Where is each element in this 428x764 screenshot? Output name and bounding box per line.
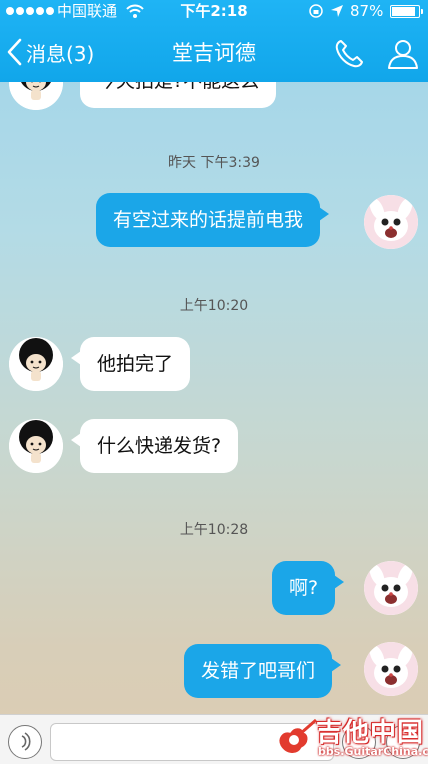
location-icon <box>331 5 343 17</box>
message-bubble-received[interactable]: 他拍完了 <box>70 337 191 391</box>
rabbit-avatar-icon <box>364 642 418 696</box>
message-bubble-received[interactable]: 今天拍是?不能这么 <box>80 82 277 108</box>
nav-bar: 消息(3) 堂吉诃德 <box>0 22 428 82</box>
message-bubble-sent[interactable]: 发错了吧哥们 <box>184 644 342 698</box>
message-text: 他拍完了 <box>97 353 174 375</box>
my-avatar[interactable] <box>364 561 418 615</box>
voice-input-button[interactable] <box>8 725 42 759</box>
contact-avatar[interactable] <box>9 82 63 110</box>
battery-icon <box>390 5 423 18</box>
status-bar: 中国联通 下午2:18 87% <box>0 0 428 22</box>
site-watermark: 吉他中国 bbs.GuitarChina.com <box>272 712 428 764</box>
battery-percentage: 87% <box>350 2 384 20</box>
contact-avatar[interactable] <box>9 419 63 473</box>
message-text: 有空过来的话提前电我 <box>113 209 304 231</box>
message-text: 今天拍是?不能这么 <box>97 82 259 92</box>
message-timestamp: 昨天 下午3:39 <box>168 155 260 171</box>
contact-avatar[interactable] <box>9 337 63 391</box>
message-bubble-received[interactable]: 什么快递发货? <box>70 419 239 473</box>
my-avatar[interactable] <box>364 195 418 249</box>
afro-avatar-icon <box>9 337 63 391</box>
rabbit-avatar-icon <box>364 561 418 615</box>
rotation-lock-icon <box>309 4 323 18</box>
my-avatar[interactable] <box>364 642 418 696</box>
profile-icon[interactable] <box>386 37 420 71</box>
watermark-url: bbs.GuitarChina.com <box>318 745 428 758</box>
chat-area[interactable]: 今天拍是?不能这么 昨天 下午3:39 有空过来的话提前电我 上午10:20 他… <box>0 82 428 714</box>
voice-icon <box>21 732 31 751</box>
message-text: 什么快递发货? <box>97 435 222 457</box>
rabbit-avatar-icon <box>364 195 418 249</box>
message-bubble-sent[interactable]: 啊? <box>272 561 345 615</box>
message-timestamp: 上午10:28 <box>179 522 249 538</box>
afro-avatar-icon <box>9 82 63 110</box>
watermark-title: 吉他中国 <box>316 718 425 748</box>
afro-avatar-icon <box>9 419 63 473</box>
phone-call-icon[interactable] <box>332 37 366 71</box>
message-bubble-sent[interactable]: 有空过来的话提前电我 <box>96 193 330 247</box>
top-bar: 中国联通 下午2:18 87% 消息(3) 堂吉诃德 <box>0 0 428 82</box>
message-timestamp: 上午10:20 <box>179 298 249 314</box>
message-text: 啊? <box>289 577 319 599</box>
guitar-logo-icon <box>278 718 317 755</box>
message-text: 发错了吧哥们 <box>201 660 316 682</box>
